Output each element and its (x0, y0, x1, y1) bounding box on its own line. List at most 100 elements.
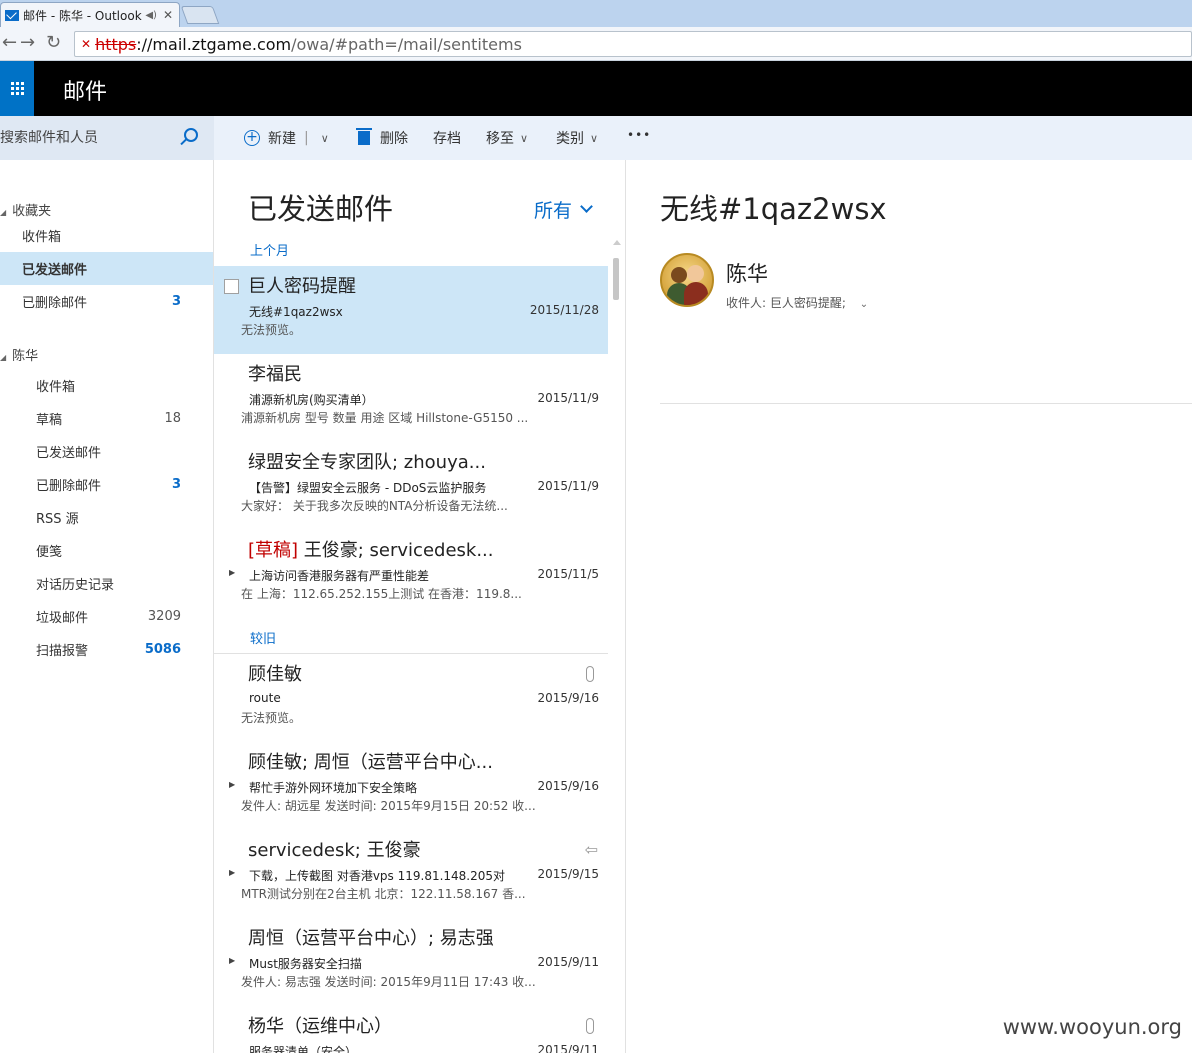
delete-button[interactable]: 删除 (356, 128, 408, 148)
message-from: 顾佳敏 (248, 664, 302, 685)
message-date: 2015/11/9 (537, 391, 599, 405)
search-icon[interactable] (184, 128, 198, 142)
message-item[interactable]: ▶ 周恒（运营平台中心）; 易志强 Must服务器安全扫描 2015/9/11 … (214, 918, 608, 1006)
folder-deleted[interactable]: 已删除邮件 3 (0, 468, 213, 501)
message-date: 2015/9/15 (537, 867, 599, 881)
message-from: 顾佳敏; 周恒（运营平台中心... (248, 752, 493, 773)
account-header[interactable]: ◢ 陈华 (0, 345, 38, 364)
url-host: ://mail.ztgame.com (136, 34, 292, 54)
folder-favorite-deleted[interactable]: 已删除邮件 3 (0, 285, 213, 318)
scroll-up-icon[interactable] (613, 240, 621, 245)
message-from: 巨人密码提醒 (248, 276, 356, 297)
folder-notes[interactable]: 便笺 (0, 534, 213, 567)
insecure-lock-icon: ✕ (81, 37, 92, 51)
message-subject: 【告警】绿盟安全云服务 - DDoS云监护服务 (249, 481, 487, 495)
expand-recipients-icon[interactable]: ⌄ (860, 299, 868, 310)
message-preview: 浦源新机房 型号 数量 用途 区域 Hillstone-G5150 ... (241, 411, 529, 425)
more-button[interactable]: ••• (627, 128, 651, 142)
chevron-down-icon: ∨ (520, 131, 529, 145)
message-subject: 无线#1qaz2wsx (249, 305, 343, 319)
expand-conversation-icon[interactable]: ▶ (229, 868, 235, 877)
browser-tab[interactable]: 邮件 - 陈华 - Outlook ◀) ✕ (0, 2, 180, 27)
message-date: 2015/9/11 (537, 1043, 599, 1053)
unread-count: 3 (171, 294, 181, 309)
tab-title: 邮件 - 陈华 - Outlook (23, 8, 142, 23)
sender-name[interactable]: 陈华 (726, 258, 768, 288)
forward-arrow-icon[interactable]: → (20, 32, 35, 53)
avatar[interactable] (660, 253, 714, 307)
message-item[interactable]: 绿盟安全专家团队; zhouya... 【告警】绿盟安全云服务 - DDoS云监… (214, 442, 608, 530)
item-count: 3209 (147, 609, 181, 624)
reply-arrow-icon: ⇦ (584, 840, 598, 859)
message-subject: 帮忙手游外网环境加下安全策略 (249, 781, 418, 795)
move-to-button[interactable]: 移至 ∨ (486, 128, 528, 148)
select-checkbox[interactable] (224, 279, 239, 294)
archive-label: 存档 (433, 131, 461, 147)
scroll-thumb[interactable] (613, 258, 619, 300)
archive-button[interactable]: 存档 (433, 128, 461, 148)
delete-label: 删除 (380, 131, 408, 147)
speaker-icon: ◀) (145, 9, 157, 21)
app-header: 邮件 (0, 61, 1192, 116)
category-button[interactable]: 类别 ∨ (556, 128, 598, 148)
group-header-older: 较旧 (250, 632, 277, 647)
message-from: [草稿] 王俊豪; servicedesk... (248, 540, 494, 561)
message-from: 杨华（运维中心） (248, 1016, 392, 1037)
message-item[interactable]: 顾佳敏 route 2015/9/16 无法预览。 (214, 654, 608, 742)
group-header-last-month: 上个月 (250, 244, 290, 259)
filter-dropdown[interactable]: 所有 (534, 196, 593, 223)
command-bar: + 新建 | ∨ 删除 存档 移至 ∨ 类别 ∨ ••• (0, 116, 1192, 160)
unread-count: 5086 (144, 642, 181, 657)
folder-favorite-inbox[interactable]: 收件箱 (0, 219, 213, 252)
paperclip-icon (586, 666, 594, 682)
collapse-triangle-icon: ◢ (0, 353, 7, 362)
message-item[interactable]: 杨华（运维中心） 服务器清单（安全） 2015/9/11 (214, 1006, 608, 1053)
chevron-down-icon[interactable]: ∨ (321, 132, 329, 145)
reload-icon[interactable]: ↻ (46, 32, 61, 53)
message-date: 2015/9/11 (537, 955, 599, 969)
app-launcher-button[interactable] (0, 61, 34, 116)
mail-icon (5, 9, 19, 21)
folder-junk[interactable]: 垃圾邮件 3209 (0, 600, 213, 633)
url-input[interactable]: ✕ https ://mail.ztgame.com /owa/#path=/m… (74, 31, 1192, 57)
list-title: 已发送邮件 (248, 192, 394, 226)
message-subject: Must服务器安全扫描 (249, 957, 362, 971)
folder-rss[interactable]: RSS 源 (0, 501, 213, 534)
message-date: 2015/11/5 (537, 567, 599, 581)
message-from: 周恒（运营平台中心）; 易志强 (248, 928, 494, 949)
folder-favorite-sent[interactable]: 已发送邮件 (0, 252, 213, 285)
new-button[interactable]: + 新建 | ∨ (244, 128, 329, 148)
list-scrollbar[interactable] (612, 240, 621, 1053)
expand-conversation-icon[interactable]: ▶ (229, 956, 235, 965)
url-path: /owa/#path=/mail/sentitems (291, 34, 522, 54)
address-bar: ← → ↻ ✕ https ://mail.ztgame.com /owa/#p… (0, 27, 1192, 61)
message-item[interactable]: ▶ [草稿] 王俊豪; servicedesk... 上海访问香港服务器有严重性… (214, 530, 608, 618)
favorites-header[interactable]: ◢ 收藏夹 (0, 200, 51, 219)
message-subject: route (249, 691, 281, 705)
message-item[interactable]: 李福民 浦源新机房(购买清单） 2015/11/9 浦源新机房 型号 数量 用途… (214, 354, 608, 442)
message-from: servicedesk; 王俊豪 (248, 840, 421, 861)
chevron-down-icon (580, 200, 593, 213)
folder-inbox[interactable]: 收件箱 (0, 369, 213, 402)
header-divider (660, 403, 1192, 404)
back-arrow-icon[interactable]: ← (2, 32, 17, 53)
folder-sent[interactable]: 已发送邮件 (0, 435, 213, 468)
message-from: 李福民 (248, 364, 302, 385)
folder-scan-alerts[interactable]: 扫描报警 5086 (0, 633, 213, 666)
expand-conversation-icon[interactable]: ▶ (229, 568, 235, 577)
expand-conversation-icon[interactable]: ▶ (229, 780, 235, 789)
browser-tabbar: 邮件 - 陈华 - Outlook ◀) ✕ (0, 0, 1192, 27)
search-input[interactable] (0, 130, 170, 146)
folder-drafts[interactable]: 草稿 18 (0, 402, 213, 435)
message-item[interactable]: 巨人密码提醒 无线#1qaz2wsx 2015/11/28 无法预览。 (214, 266, 608, 354)
folder-conversation-history[interactable]: 对话历史记录 (0, 567, 213, 600)
message-preview: 无法预览。 (241, 323, 302, 337)
new-tab-button[interactable] (180, 6, 220, 24)
message-date: 2015/11/28 (529, 303, 599, 317)
message-item[interactable]: ▶ 顾佳敏; 周恒（运营平台中心... 帮忙手游外网环境加下安全策略 2015/… (214, 742, 608, 830)
collapse-triangle-icon: ◢ (0, 208, 7, 217)
message-item[interactable]: ▶ servicedesk; 王俊豪 ⇦ 下载，上传截图 对香港vps 119.… (214, 830, 608, 918)
trash-icon (356, 128, 372, 145)
message-subject-heading: 无线#1qaz2wsx (660, 192, 887, 226)
tab-close-icon[interactable]: ✕ (163, 8, 173, 22)
